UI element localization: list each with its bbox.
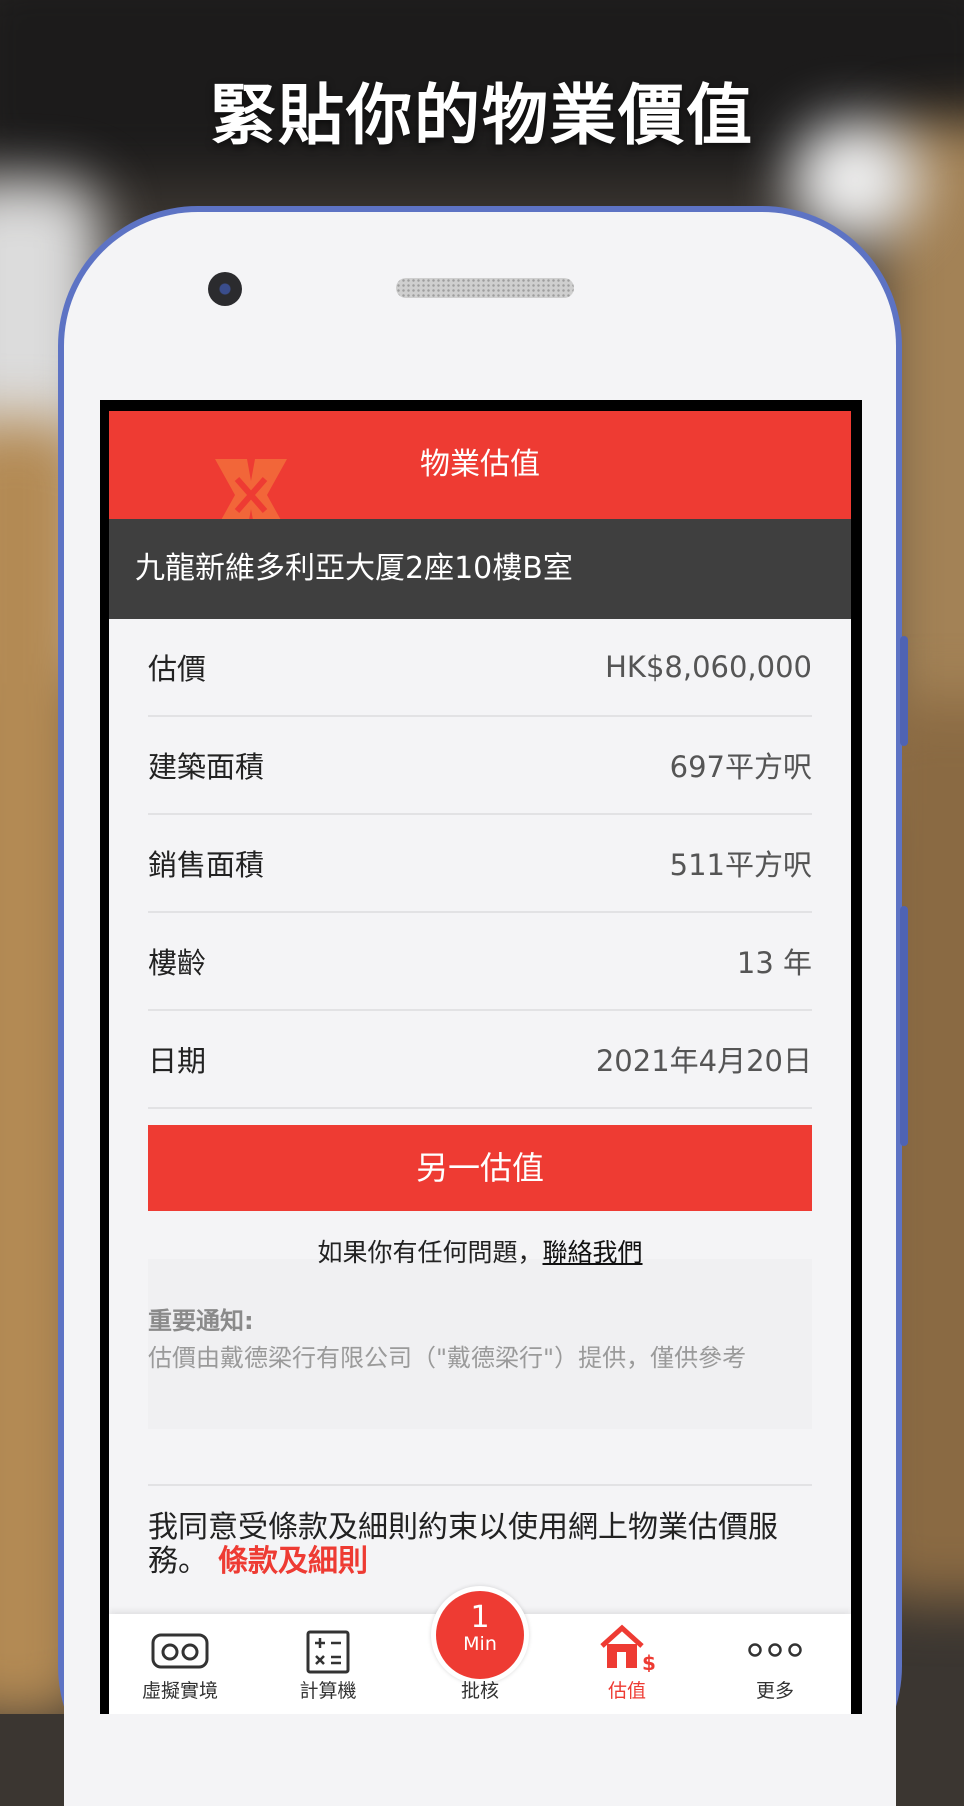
another-valuation-button[interactable]: 另一估值 — [148, 1125, 812, 1211]
detail-value: 697平方呎 — [669, 750, 812, 784]
tab-calculator[interactable]: 計算機 — [268, 1614, 388, 1714]
bottom-tab-bar: 虛擬實境 計算機 1 Min 批核 $ 估值 更多 — [109, 1586, 851, 1714]
phone-volume-button — [900, 636, 908, 746]
tab-label: 虛擬實境 — [141, 1680, 218, 1702]
terms-link[interactable]: 條款及細則 — [218, 1544, 368, 1579]
tab-more[interactable]: 更多 — [715, 1614, 835, 1714]
front-camera — [208, 272, 242, 306]
more-dots-icon — [748, 1643, 802, 1657]
detail-label: 估價 — [148, 652, 207, 686]
notice-body: 估價由戴德梁行有限公司（"戴德梁行"）提供，僅供參考 — [148, 1344, 747, 1372]
contact-text: 如果你有任何問題， — [317, 1238, 543, 1267]
detail-value: HK$8,060,000 — [605, 650, 812, 684]
detail-value: 2021年4月20日 — [595, 1044, 812, 1078]
detail-label: 日期 — [148, 1044, 207, 1078]
phone-screen: 物業估值 九龍新維多利亞大厦2座10樓B室 估價 HK$8,060,000 建築… — [100, 400, 862, 1714]
vr-headset-icon — [151, 1633, 209, 1669]
property-address: 九龍新維多利亞大厦2座10樓B室 — [109, 519, 851, 619]
phone-side-button — [900, 906, 908, 1146]
detail-row-gross-area: 建築面積 697平方呎 — [148, 717, 812, 815]
detail-value: 511平方呎 — [669, 848, 812, 882]
tab-vr[interactable]: 虛擬實境 — [120, 1614, 240, 1714]
detail-label: 銷售面積 — [148, 848, 265, 882]
contact-line: 如果你有任何問題，聯絡我們 — [109, 1233, 851, 1269]
tab-label: 計算機 — [299, 1680, 357, 1702]
terms-agreement: 我同意受條款及細則約束以使用網上物業估價服務。 條款及細則 — [148, 1511, 812, 1579]
tab-valuation[interactable]: $ 估值 — [567, 1614, 687, 1714]
contact-us-link[interactable]: 聯絡我們 — [543, 1238, 643, 1267]
badge-unit: Min — [463, 1633, 497, 1655]
min-badge-icon: 1 Min — [431, 1586, 529, 1684]
badge-number: 1 — [470, 1600, 490, 1635]
headline: 緊貼你的物業價值 — [210, 77, 754, 154]
calculator-icon — [306, 1630, 350, 1674]
detail-row-date: 日期 2021年4月20日 — [148, 1011, 812, 1109]
detail-row-valuation: 估價 HK$8,060,000 — [148, 619, 812, 717]
svg-text:$: $ — [642, 1651, 656, 1672]
detail-label: 建築面積 — [148, 750, 265, 784]
earpiece-speaker — [396, 278, 574, 298]
detail-value: 13 年 — [736, 946, 812, 980]
app-screen: 物業估值 九龍新維多利亞大厦2座10樓B室 估價 HK$8,060,000 建築… — [109, 411, 851, 1714]
notice-heading: 重要通知: — [148, 1307, 254, 1335]
app-header: 物業估值 — [109, 411, 851, 519]
tab-approval[interactable]: 1 Min 批核 — [420, 1586, 540, 1714]
page-title: 物業估值 — [420, 447, 540, 482]
detail-row-building-age: 樓齡 13 年 — [148, 913, 812, 1011]
important-notice: 重要通知: 估價由戴德梁行有限公司（"戴德梁行"）提供，僅供參考 — [148, 1259, 812, 1429]
valuation-details: 估價 HK$8,060,000 建築面積 697平方呎 銷售面積 511平方呎 … — [148, 619, 812, 1109]
tab-label: 估值 — [607, 1680, 646, 1702]
divider — [148, 1484, 812, 1486]
tab-label: 批核 — [460, 1680, 499, 1702]
house-dollar-icon: $ — [600, 1624, 656, 1672]
tab-label: 更多 — [755, 1680, 794, 1702]
detail-label: 樓齡 — [148, 946, 207, 980]
detail-row-saleable-area: 銷售面積 511平方呎 — [148, 815, 812, 913]
